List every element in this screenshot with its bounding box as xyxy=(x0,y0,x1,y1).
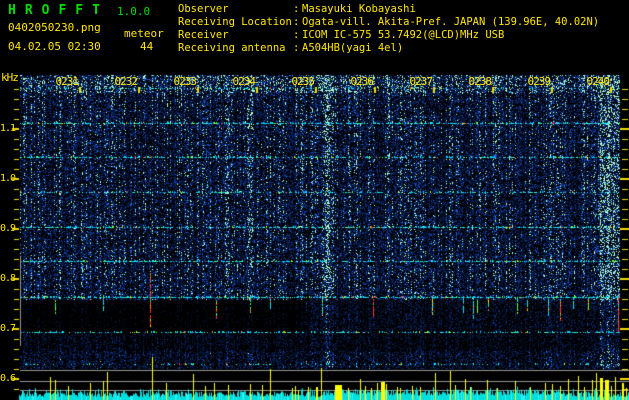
info-colon: : xyxy=(293,29,300,41)
info-label: Receiving antenna xyxy=(178,42,286,54)
time-tick-label: 0235 xyxy=(291,75,316,88)
freq-tick-label: 1.1 xyxy=(0,123,16,134)
info-row-antenna: Receiving antenna : A504HB(yagi 4el) xyxy=(178,42,628,55)
info-value: ICOM IC-575 53.7492(@LCD)MHz USB xyxy=(302,29,505,41)
time-tick-label: 0233 xyxy=(173,75,198,88)
output-filename: 0402050230.png xyxy=(8,21,101,34)
time-tick-label: 0236 xyxy=(350,75,375,88)
time-tick-label: 0239 xyxy=(527,75,552,88)
info-row-receiver: Receiver : ICOM IC-575 53.7492(@LCD)MHz … xyxy=(178,29,628,42)
station-info: Observer : Masayuki Kobayashi Receiving … xyxy=(178,3,628,55)
info-label: Receiver xyxy=(178,29,229,41)
freq-axis-unit: kHz xyxy=(1,71,19,84)
time-tick-label: 0234 xyxy=(232,75,257,88)
time-tick-label: 0238 xyxy=(468,75,493,88)
meteor-count: 44 xyxy=(140,40,154,53)
freq-tick-label: 1.0 xyxy=(0,173,16,184)
freq-tick-label: 0.6 xyxy=(0,373,16,384)
time-tick-label: 0237 xyxy=(409,75,434,88)
app-title: HROFFT xyxy=(8,3,109,18)
freq-tick-label: 0.9 xyxy=(0,223,16,234)
info-row-location: Receiving Location : Ogata-vill. Akita-P… xyxy=(178,16,628,29)
freq-tick-label: 0.7 xyxy=(0,323,16,334)
info-label: Observer xyxy=(178,3,229,15)
freq-tick-label: 0.8 xyxy=(0,273,16,284)
info-value: Masayuki Kobayashi xyxy=(302,3,416,15)
info-row-observer: Observer : Masayuki Kobayashi xyxy=(178,3,628,16)
info-label: Receiving Location xyxy=(178,16,292,28)
time-tick-label: 0232 xyxy=(114,75,139,88)
time-tick-label: 0231 xyxy=(55,75,80,88)
mode-label: meteor xyxy=(124,27,164,40)
info-colon: : xyxy=(293,42,300,54)
spectrogram-canvas xyxy=(0,0,629,400)
info-value: A504HB(yagi 4el) xyxy=(302,42,404,54)
hrofft-output-image: HROFFT 1.0.0 0402050230.png meteor 04.02… xyxy=(0,0,629,400)
info-colon: : xyxy=(293,16,300,28)
time-tick-label: 0240 xyxy=(586,75,611,88)
app-version: 1.0.0 xyxy=(117,5,151,18)
info-value: Ogata-vill. Akita-Pref. JAPAN (139.96E, … xyxy=(302,16,600,28)
datetime-label: 04.02.05 02:30 xyxy=(8,40,101,53)
info-colon: : xyxy=(293,3,300,15)
